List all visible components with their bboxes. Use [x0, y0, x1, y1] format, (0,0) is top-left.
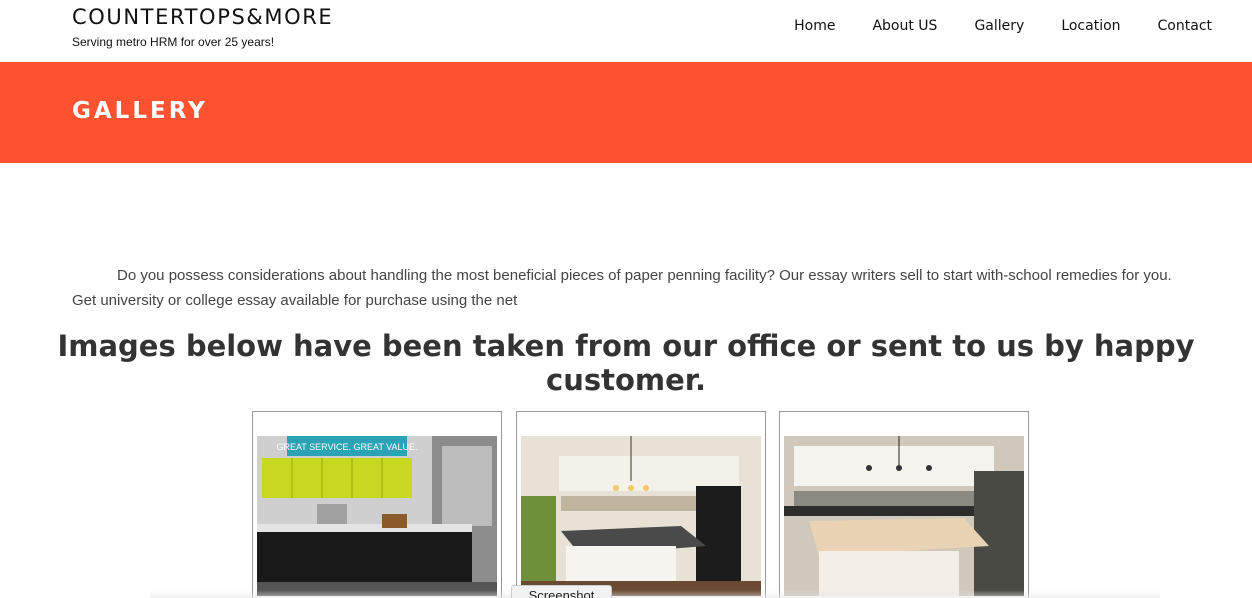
- page-bottom-fade: [150, 590, 1160, 598]
- gallery-image-office-showroom[interactable]: GREAT SERVICE. GREAT VALUE.: [257, 436, 497, 596]
- site-tagline: Serving metro HRM for over 25 years!: [72, 35, 275, 49]
- screenshot-tooltip: Screenshot: [511, 585, 612, 598]
- nav-about-us[interactable]: About US: [872, 18, 937, 34]
- page-banner: GALLERY: [0, 62, 1252, 163]
- site-header: COUNTERTOPS&MORE Serving metro HRM for o…: [0, 0, 1252, 62]
- nav-home[interactable]: Home: [794, 18, 835, 34]
- nav-location[interactable]: Location: [1061, 18, 1120, 34]
- main-nav: Home About US Gallery Location Contact: [757, 18, 1212, 34]
- gallery-card-3[interactable]: [779, 411, 1029, 598]
- site-logo-title[interactable]: COUNTERTOPS&MORE: [72, 5, 333, 29]
- nav-gallery[interactable]: Gallery: [974, 18, 1024, 34]
- gallery-card-2[interactable]: [516, 411, 766, 598]
- gallery-card-1[interactable]: GREAT SERVICE. GREAT VALUE.: [252, 411, 502, 598]
- page-title: GALLERY: [72, 98, 208, 124]
- gallery-image-kitchen-island-butcher-block[interactable]: [784, 436, 1024, 596]
- showroom-sign-text: GREAT SERVICE. GREAT VALUE.: [276, 442, 417, 452]
- intro-paragraph: Do you possess considerations about hand…: [72, 267, 1172, 309]
- gallery-heading: Images below have been taken from our of…: [57, 329, 1195, 397]
- nav-contact[interactable]: Contact: [1158, 18, 1212, 34]
- gallery-image-kitchen-island-dark[interactable]: [521, 436, 761, 596]
